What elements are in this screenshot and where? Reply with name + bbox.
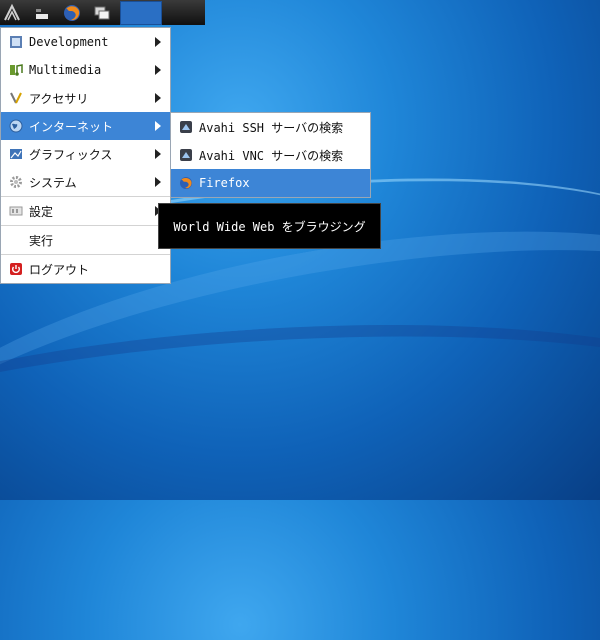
menu-item-label: グラフィックス: [29, 147, 113, 162]
submenu-item-label: Avahi SSH サーバの検索: [199, 120, 344, 135]
tooltip-text: World Wide Web をブラウジング: [173, 219, 366, 234]
submenu-arrow-icon: [155, 37, 161, 47]
taskbar: [0, 0, 205, 25]
submenu-arrow-icon: [155, 121, 161, 131]
system-icon: [9, 175, 23, 189]
minimize-all-icon[interactable]: [30, 1, 54, 25]
logout-icon: [9, 262, 23, 276]
firefox-icon[interactable]: [60, 1, 84, 25]
taskbar-active-slot[interactable]: [120, 1, 162, 25]
submenu-item-label: Avahi VNC サーバの検索: [199, 148, 344, 163]
accessories-icon: [9, 91, 23, 105]
tooltip: World Wide Web をブラウジング: [158, 203, 381, 249]
menu-item-run[interactable]: 実行: [1, 225, 170, 254]
menu-item-logout[interactable]: ログアウト: [1, 254, 170, 283]
menu-item-preferences[interactable]: 設定: [1, 196, 170, 225]
lxde-logo-icon[interactable]: [0, 1, 24, 25]
menu-item-development[interactable]: Development: [1, 28, 170, 56]
avahi-icon: [179, 148, 193, 162]
submenu-arrow-icon: [155, 177, 161, 187]
graphics-icon: [9, 147, 23, 161]
submenu-item-firefox[interactable]: Firefox: [171, 169, 370, 197]
menu-item-label: インターネット: [29, 119, 114, 134]
preferences-icon: [9, 204, 23, 218]
menu-item-label: ログアウト: [29, 262, 90, 277]
menu-item-label: アクセサリ: [29, 91, 89, 106]
menu-item-label: Development: [29, 35, 109, 49]
window-switcher-icon[interactable]: [90, 1, 114, 25]
development-icon: [9, 35, 23, 49]
submenu-item-avahi-vnc[interactable]: Avahi VNC サーバの検索: [171, 141, 370, 169]
menu-item-label: Multimedia: [29, 63, 102, 77]
submenu-arrow-icon: [155, 65, 161, 75]
desktop-wave-shadow: [0, 291, 600, 640]
firefox-icon: [179, 176, 193, 190]
menu-item-internet[interactable]: インターネット: [1, 112, 170, 140]
menu-item-multimedia[interactable]: Multimedia: [1, 56, 170, 84]
menu-item-graphics[interactable]: グラフィックス: [1, 140, 170, 168]
avahi-icon: [179, 120, 193, 134]
submenu-item-label: Firefox: [199, 176, 250, 190]
submenu-item-avahi-ssh[interactable]: Avahi SSH サーバの検索: [171, 113, 370, 141]
menu-item-accessories[interactable]: アクセサリ: [1, 84, 170, 112]
menu-item-system[interactable]: システム: [1, 168, 170, 196]
internet-icon: [9, 119, 23, 133]
menu-item-label: システム: [29, 175, 77, 190]
internet-submenu: Avahi SSH サーバの検索 Avahi VNC サーバの検索 Firefo…: [170, 112, 371, 198]
menu-item-label: 設定: [29, 204, 54, 219]
submenu-arrow-icon: [155, 149, 161, 159]
menu-item-label: 実行: [29, 233, 54, 248]
submenu-arrow-icon: [155, 93, 161, 103]
main-menu: Development Multimedia アクセサリ インターネット グラフ…: [0, 27, 171, 284]
multimedia-icon: [9, 63, 23, 77]
